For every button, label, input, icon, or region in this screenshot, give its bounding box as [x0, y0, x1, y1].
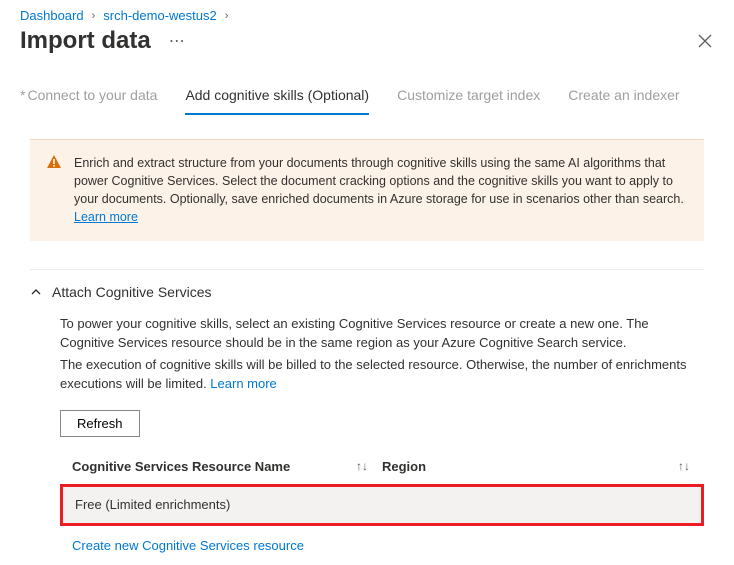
resource-table: Cognitive Services Resource Name ↑↓ Regi… [60, 451, 704, 556]
tab-connect-data[interactable]: *Connect to your data [20, 87, 157, 115]
learn-more-link[interactable]: Learn more [74, 210, 138, 224]
create-resource-link[interactable]: Create new Cognitive Services resource [72, 536, 304, 556]
column-header-name[interactable]: Cognitive Services Resource Name [72, 457, 290, 477]
breadcrumb: Dashboard › srch-demo-westus2 › [0, 0, 734, 27]
chevron-right-icon: › [92, 10, 96, 22]
close-icon[interactable] [696, 28, 714, 54]
learn-more-link-2[interactable]: Learn more [210, 376, 276, 391]
tab-create-indexer[interactable]: Create an indexer [568, 87, 679, 115]
more-actions-icon[interactable]: ⋯ [169, 31, 185, 51]
section-title: Attach Cognitive Services [52, 284, 212, 300]
chevron-up-icon [30, 286, 42, 298]
info-text: Enrich and extract structure from your d… [74, 154, 686, 227]
section-desc-2: The execution of cognitive skills will b… [60, 355, 704, 394]
column-header-region[interactable]: Region [382, 457, 426, 477]
warning-icon [46, 154, 62, 227]
section-desc-1: To power your cognitive skills, select a… [60, 314, 704, 353]
tab-add-cognitive-skills[interactable]: Add cognitive skills (Optional) [185, 87, 369, 115]
breadcrumb-dashboard[interactable]: Dashboard [20, 8, 84, 23]
chevron-right-icon: › [225, 10, 229, 22]
wizard-tabs: *Connect to your data Add cognitive skil… [0, 67, 734, 115]
sort-icon[interactable]: ↑↓ [678, 457, 690, 475]
page-title: Import data [20, 27, 151, 55]
sort-icon[interactable]: ↑↓ [356, 457, 368, 475]
tab-customize-index[interactable]: Customize target index [397, 87, 540, 115]
cell-resource-name: Free (Limited enrichments) [75, 495, 385, 515]
section-toggle[interactable]: Attach Cognitive Services [30, 284, 704, 300]
table-row-selected[interactable]: Free (Limited enrichments) [60, 484, 704, 526]
breadcrumb-service[interactable]: srch-demo-westus2 [103, 8, 216, 23]
attach-cognitive-section: Attach Cognitive Services To power your … [30, 269, 704, 556]
info-banner: Enrich and extract structure from your d… [30, 139, 704, 241]
refresh-button[interactable]: Refresh [60, 410, 140, 437]
